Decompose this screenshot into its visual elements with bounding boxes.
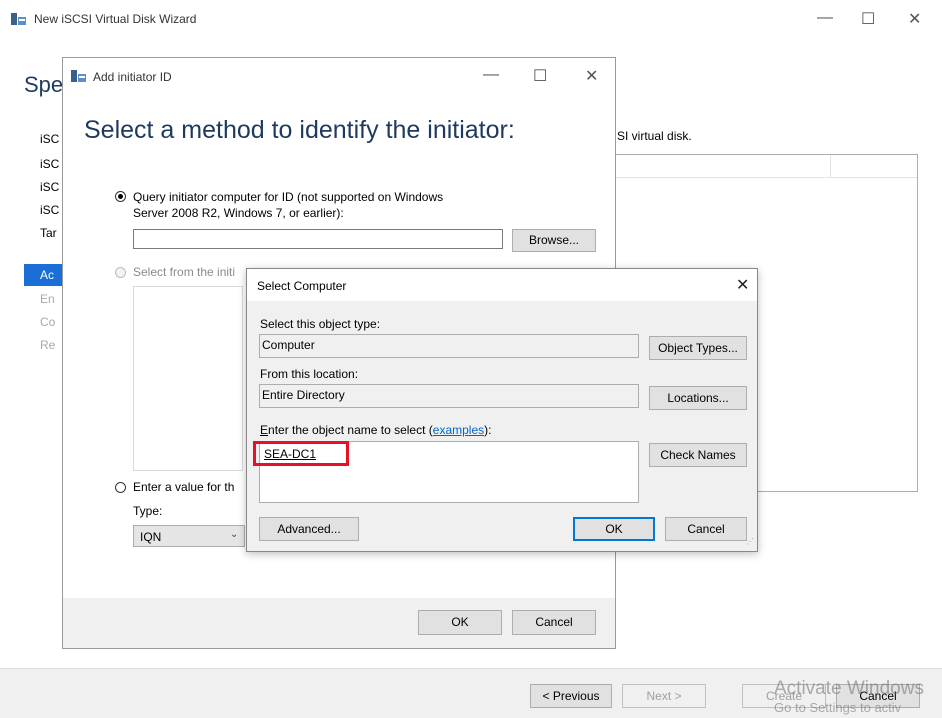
examples-link[interactable]: examples <box>433 423 484 437</box>
sidebar-item: En <box>40 292 55 306</box>
advanced-button[interactable]: Advanced... <box>259 517 359 541</box>
object-type-field: Computer <box>259 334 639 358</box>
select-computer-title: Select Computer <box>257 279 347 293</box>
location-field: Entire Directory <box>259 384 639 408</box>
browse-button[interactable]: Browse... <box>512 229 596 252</box>
activation-watermark: Activate Windows Go to Settings to activ <box>774 678 924 715</box>
close-icon[interactable]: ✕ <box>585 66 598 86</box>
close-icon[interactable]: ✕ <box>908 9 921 29</box>
location-label: From this location: <box>260 367 359 381</box>
maximize-icon[interactable]: ☐ <box>861 9 875 29</box>
sidebar-item: Re <box>40 338 56 352</box>
sidebar-item[interactable]: iSC <box>40 203 60 217</box>
page-description: SI virtual disk. <box>617 129 692 143</box>
sidebar-item[interactable]: iSC <box>40 157 60 171</box>
dialog-cancel-button[interactable]: Cancel <box>512 610 596 635</box>
radio-enter-value[interactable] <box>115 482 126 493</box>
locations-button[interactable]: Locations... <box>649 386 747 410</box>
option-select-label: Select from the initi <box>133 265 236 279</box>
server-disk-icon <box>11 13 26 25</box>
maximize-icon[interactable]: ☐ <box>533 66 547 86</box>
initiator-cache-list[interactable] <box>133 286 243 471</box>
sidebar-item[interactable]: Tar <box>40 226 60 240</box>
main-window-title: New iSCSI Virtual Disk Wizard <box>34 12 197 26</box>
check-names-button[interactable]: Check Names <box>649 443 747 467</box>
dialog-heading: Select a method to identify the initiato… <box>84 116 515 144</box>
sidebar: iSC iSC iSC iSC Tar Ac En Co Re <box>0 120 70 380</box>
list-header-divider <box>830 155 831 177</box>
initiator-computer-input[interactable] <box>133 229 503 249</box>
radio-query-initiator[interactable] <box>115 191 126 202</box>
resize-grip-icon[interactable]: ⋰ <box>746 537 754 546</box>
next-button[interactable]: Next > <box>622 684 706 708</box>
highlight-box <box>253 441 349 466</box>
cancel-button[interactable]: Cancel <box>665 517 747 541</box>
dialog-ok-button[interactable]: OK <box>418 610 502 635</box>
sidebar-item-label: Ac <box>40 268 55 282</box>
option-enter-label: Enter a value for th <box>133 480 235 494</box>
object-name-label: Enter the object name to select (example… <box>260 423 492 437</box>
list-header <box>611 155 917 178</box>
main-title-bar: New iSCSI Virtual Disk Wizard — ☐ ✕ <box>0 0 942 40</box>
dialog-title: Add initiator ID <box>93 70 172 84</box>
previous-button[interactable]: < Previous <box>530 684 612 708</box>
object-types-button[interactable]: Object Types... <box>649 336 747 360</box>
close-icon[interactable]: ✕ <box>736 275 749 295</box>
minimize-icon[interactable]: — <box>817 9 833 27</box>
type-select-value: IQN <box>140 530 162 544</box>
sidebar-item[interactable]: iSC <box>40 132 60 146</box>
sidebar-item: Co <box>40 315 56 329</box>
chevron-down-icon: ⌄ <box>230 529 239 540</box>
select-computer-dialog: Select Computer ✕ Select this object typ… <box>246 268 758 552</box>
minimize-icon[interactable]: — <box>483 66 499 84</box>
page-title: Spe <box>24 72 64 97</box>
sidebar-item[interactable]: iSC <box>40 180 60 194</box>
server-disk-icon <box>71 70 86 82</box>
type-select[interactable]: IQN ⌄ <box>133 525 245 547</box>
ok-button[interactable]: OK <box>573 517 655 541</box>
object-type-label: Select this object type: <box>260 317 381 331</box>
option-query-label: Query initiator computer for ID (not sup… <box>133 190 444 220</box>
radio-select-from-cache[interactable] <box>115 267 126 278</box>
type-label: Type: <box>133 504 163 518</box>
